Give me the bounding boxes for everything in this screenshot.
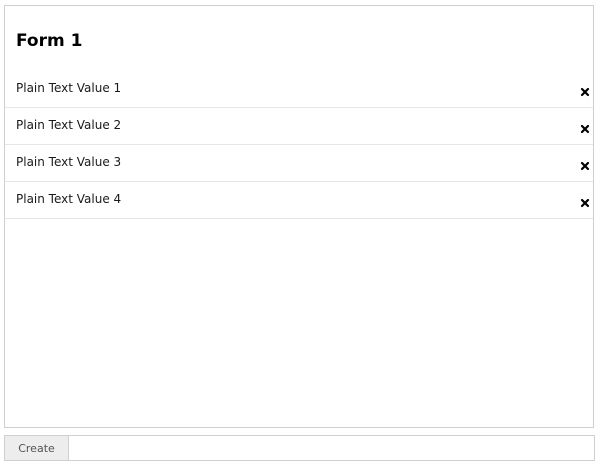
close-icon — [580, 87, 590, 97]
remove-row-button[interactable] — [579, 83, 591, 97]
row-label: Plain Text Value 3 — [16, 155, 122, 169]
form-row: Plain Text Value 1 — [5, 71, 593, 108]
form-row: Plain Text Value 3 — [5, 145, 593, 182]
create-button[interactable]: Create — [5, 436, 69, 460]
form-row: Plain Text Value 2 — [5, 108, 593, 145]
close-icon — [580, 161, 590, 171]
form-row: Plain Text Value 4 — [5, 182, 593, 219]
footer-toolbar: Create — [4, 435, 595, 461]
remove-row-button[interactable] — [579, 157, 591, 171]
close-icon — [580, 198, 590, 208]
close-icon — [580, 124, 590, 134]
form-panel: Form 1 Plain Text Value 1 Plain Text Val… — [4, 5, 594, 428]
row-label: Plain Text Value 2 — [16, 118, 122, 132]
row-label: Plain Text Value 1 — [16, 81, 122, 95]
form-title: Form 1 — [16, 31, 83, 51]
remove-row-button[interactable] — [579, 194, 591, 208]
form-rows: Plain Text Value 1 Plain Text Value 2 Pl… — [5, 71, 593, 219]
remove-row-button[interactable] — [579, 120, 591, 134]
row-label: Plain Text Value 4 — [16, 192, 122, 206]
